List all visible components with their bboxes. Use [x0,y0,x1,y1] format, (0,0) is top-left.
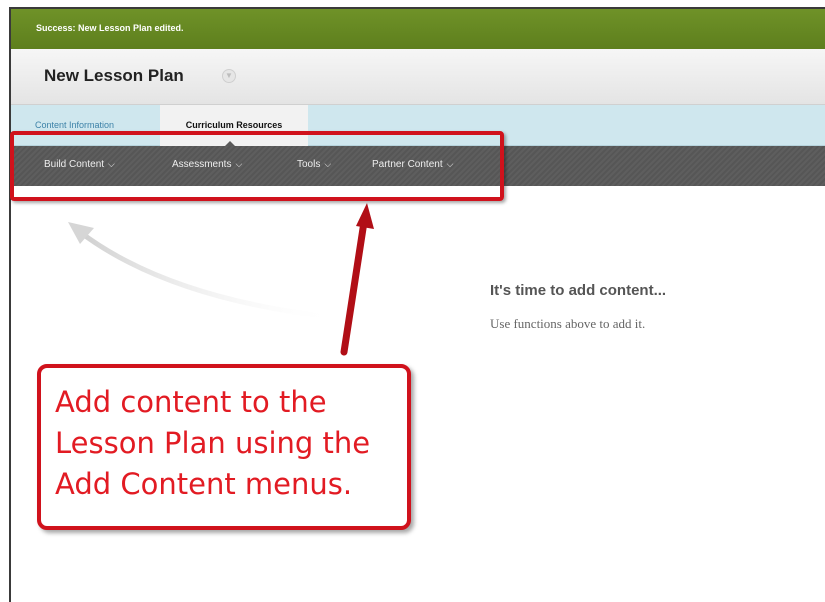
callout-line-3: Add Content menus. [55,467,353,501]
callout-line-2: Lesson Plan using the [55,426,371,460]
callout-line-1: Add content to the [55,385,327,419]
annotation-callout: Add content to the Lesson Plan using the… [37,364,411,530]
red-arrow-shaft-icon [340,218,368,356]
menu-highlight-box [10,131,504,201]
red-arrowhead-icon [356,203,374,229]
curved-arrow-icon [77,229,343,321]
